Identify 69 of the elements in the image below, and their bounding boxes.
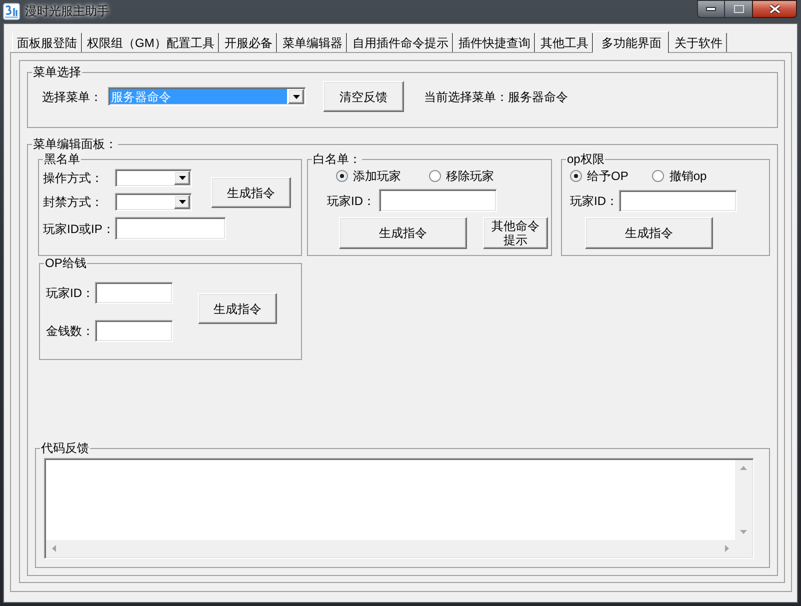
generate-command-button[interactable]: 生成指令 [585,217,713,249]
radio-button[interactable]: 移除玩家 [429,169,494,183]
scroll-up-icon [740,466,747,470]
tab[interactable]: 菜单编辑器 [277,33,348,52]
dropdown-button[interactable] [174,195,190,209]
horizontal-scrollbar[interactable] [46,540,735,557]
tab[interactable]: 开服必备 [219,33,278,52]
group-title: 菜单编辑面板： [32,137,118,151]
tab[interactable]: 面板服登陆 [12,33,82,52]
text-field[interactable] [379,189,497,212]
radio-button[interactable]: 给予OP [570,169,628,183]
field-label: 封禁方式： [43,194,104,211]
dropdown-arrow-icon [292,94,300,98]
generate-command-button[interactable]: 生成指令 [198,293,277,324]
group-title: 菜单选择 [32,65,82,79]
field-label: 选择菜单： [42,88,102,106]
field-label: 玩家ID： [570,193,618,210]
radio-icon[interactable] [336,170,348,182]
clear-feedback-button[interactable]: 清空反馈 [323,81,404,112]
tab[interactable]: 自用插件命令提示 [347,33,454,52]
text-field[interactable] [115,217,226,240]
window-title: 漫时光服主助手 [25,3,109,20]
group-title: 代码反馈 [40,441,90,455]
dropdown-arrow-icon [178,200,186,204]
scroll-down-icon [740,530,747,534]
minimize-icon [706,7,716,11]
generate-command-button[interactable]: 生成指令 [211,177,291,208]
radio-icon[interactable] [570,170,582,182]
text-field[interactable] [619,190,737,212]
maximize-button[interactable] [725,0,752,18]
tab[interactable]: 其他工具 [535,33,594,52]
dropdown-value: 服务器命令 [110,89,287,104]
field-label: 金钱数： [46,323,95,340]
minimize-button[interactable] [697,0,725,18]
radio-button[interactable]: 添加玩家 [336,169,401,183]
current-menu-label: 当前选择菜单： [424,88,508,106]
code-feedback-field[interactable] [44,458,754,559]
radio-icon[interactable] [429,170,441,182]
dropdown-field[interactable] [115,169,192,187]
dropdown-button[interactable] [174,171,190,185]
tab[interactable]: 插件快捷查询 [453,33,536,52]
close-icon [768,4,780,14]
app-icon [3,3,20,20]
group-title: op权限 [566,152,606,166]
current-menu-value: 服务器命令 [508,88,568,106]
dropdown-field[interactable] [115,193,192,211]
radio-icon[interactable] [652,170,664,182]
dropdown-arrow-icon [178,176,186,180]
field-label: 玩家ID或IP： [43,220,115,238]
other-commands-hint-button[interactable]: 其他命令提示 [483,217,548,249]
field-label: 操作方式： [43,170,104,187]
scroll-right-icon [725,545,729,552]
vertical-scrollbar[interactable] [735,460,752,540]
text-field[interactable] [95,282,173,304]
text-field[interactable] [95,320,173,342]
group-title: OP给钱 [44,256,88,270]
radio-button[interactable]: 撤销op [652,169,707,183]
scroll-left-icon [52,545,56,552]
close-button[interactable] [752,0,797,18]
tab[interactable]: 多功能界面 [593,31,670,53]
generate-command-button[interactable]: 生成指令 [339,217,467,249]
tab[interactable]: 权限组（GM）配置工具 [82,33,220,52]
group-title: 白名单： [312,152,362,166]
dropdown-button[interactable] [288,89,304,104]
field-label: 玩家ID： [46,285,95,302]
group-title: 黑名单 [43,152,81,166]
tab[interactable]: 关于软件 [669,33,728,52]
maximize-icon [734,5,744,13]
field-label: 玩家ID： [327,192,375,210]
